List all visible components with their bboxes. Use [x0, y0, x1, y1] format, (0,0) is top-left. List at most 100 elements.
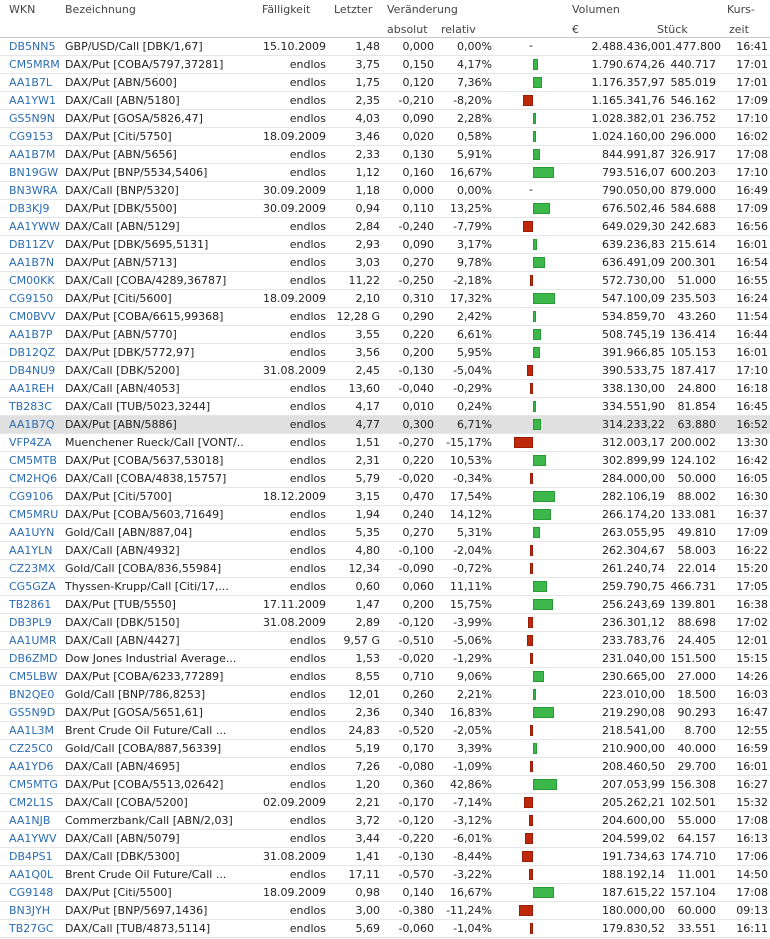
wkn-link[interactable]: AA1Q0L [9, 869, 61, 881]
wkn-link[interactable]: BN2QE0 [9, 689, 61, 701]
wkn-link[interactable]: CM5MRM [9, 59, 61, 71]
wkn-link[interactable]: DB4NU9 [9, 365, 61, 377]
table-row[interactable]: CM2HQ6 DAX/Call [COBA/4838,15757] endlos 5,… [0, 470, 770, 488]
wkn-link[interactable]: TB2861 [9, 599, 61, 611]
col-header-faelligkeit[interactable]: Fälligkeit [262, 3, 310, 16]
table-row[interactable]: TB283C DAX/Call [TUB/5023,3244] endlos 4,17… [0, 398, 770, 416]
table-row[interactable]: AA1YW1 DAX/Call [ABN/5180] endlos 2,35 -0,21… [0, 92, 770, 110]
table-row[interactable]: BN19GW DAX/Put [BNP/5534,5406] endlos 1,12 0… [0, 164, 770, 182]
wkn-link[interactable]: AA1B7P [9, 329, 61, 341]
table-row[interactable]: CG5GZA Thyssen-Krupp/Call [Citi/17,... end… [0, 578, 770, 596]
col-header-stueck[interactable]: Stück [657, 23, 688, 36]
wkn-link[interactable]: CZ25C0 [9, 743, 61, 755]
wkn-link[interactable]: AA1B7N [9, 257, 61, 269]
wkn-link[interactable]: DB11ZV [9, 239, 61, 251]
table-row[interactable]: CG9150 DAX/Put [Citi/5600] 18.09.2009 2,10 0… [0, 290, 770, 308]
wkn-link[interactable]: TB27GC [9, 923, 61, 935]
table-row[interactable]: AA1UYN Gold/Call [ABN/887,04] endlos 5,35 0,… [0, 524, 770, 542]
wkn-link[interactable]: CM2L1S [9, 797, 61, 809]
wkn-link[interactable]: DB4PS1 [9, 851, 61, 863]
wkn-link[interactable]: AA1YWW [9, 221, 61, 233]
wkn-link[interactable]: CM5MTB [9, 455, 61, 467]
table-row[interactable]: CM5MTB DAX/Put [COBA/5637,53018] endlos 2,3… [0, 452, 770, 470]
table-row[interactable]: TB27GC DAX/Call [TUB/4873,5114] endlos 5,69… [0, 920, 770, 938]
table-row[interactable]: AA1B7Q DAX/Put [ABN/5886] endlos 4,77 0,300 6… [0, 416, 770, 434]
wkn-link[interactable]: AA1UMR [9, 635, 61, 647]
wkn-link[interactable]: CM00KK [9, 275, 61, 287]
wkn-link[interactable]: BN3WRA [9, 185, 61, 197]
table-row[interactable]: BN3WRA DAX/Call [BNP/5320] 30.09.2009 1,18 0… [0, 182, 770, 200]
table-row[interactable]: DB3KJ9 DAX/Put [DBK/5500] 30.09.2009 0,94 0,… [0, 200, 770, 218]
table-row[interactable]: DB12QZ DAX/Put [DBK/5772,97] endlos 3,56 0,2… [0, 344, 770, 362]
table-row[interactable]: CM5MRU DAX/Put [COBA/5603,71649] endlos 1,9… [0, 506, 770, 524]
table-row[interactable]: AA1REH DAX/Call [ABN/4053] endlos 13,60 -0,0… [0, 380, 770, 398]
wkn-link[interactable]: BN19GW [9, 167, 61, 179]
wkn-link[interactable]: CG5GZA [9, 581, 61, 593]
table-row[interactable]: TB2861 DAX/Put [TUB/5550] 17.11.2009 1,47 0,… [0, 596, 770, 614]
wkn-link[interactable]: AA1REH [9, 383, 61, 395]
table-row[interactable]: CZ25C0 Gold/Call [COBA/887,56339] endlos 5,… [0, 740, 770, 758]
wkn-link[interactable]: AA1NJB [9, 815, 61, 827]
table-row[interactable]: CZ23MX Gold/Call [COBA/836,55984] endlos 12… [0, 560, 770, 578]
wkn-link[interactable]: AA1B7Q [9, 419, 61, 431]
table-row[interactable]: AA1NJB Commerzbank/Call [ABN/2,03] endlos 3… [0, 812, 770, 830]
table-row[interactable]: AA1B7M DAX/Put [ABN/5656] endlos 2,33 0,130 5… [0, 146, 770, 164]
table-row[interactable]: DB6ZMD Dow Jones Industrial Average... end… [0, 650, 770, 668]
table-row[interactable]: DB11ZV DAX/Put [DBK/5695,5131] endlos 2,93 0… [0, 236, 770, 254]
col-header-veraenderung[interactable]: Veränderung [387, 3, 458, 16]
wkn-link[interactable]: AA1L3M [9, 725, 61, 737]
table-row[interactable]: CM0BVV DAX/Put [COBA/6615,99368] endlos 12,… [0, 308, 770, 326]
table-row[interactable]: DB3PL9 DAX/Call [DBK/5150] 31.08.2009 2,89 -… [0, 614, 770, 632]
table-row[interactable]: CG9106 DAX/Put [Citi/5700] 18.12.2009 3,15 0… [0, 488, 770, 506]
wkn-link[interactable]: AA1B7M [9, 149, 61, 161]
wkn-link[interactable]: CG9153 [9, 131, 61, 143]
wkn-link[interactable]: CM0BVV [9, 311, 61, 323]
wkn-link[interactable]: GS5N9D [9, 707, 61, 719]
col-header-relativ[interactable]: relativ [441, 23, 476, 36]
wkn-link[interactable]: CM5MTG [9, 779, 61, 791]
col-header-bezeichnung[interactable]: Bezeichnung [65, 3, 136, 16]
wkn-link[interactable]: DB3KJ9 [9, 203, 61, 215]
table-row[interactable]: GS5N9D DAX/Put [GOSA/5651,61] endlos 2,36 0,… [0, 704, 770, 722]
table-row[interactable]: AA1YD6 DAX/Call [ABN/4695] endlos 7,26 -0,08… [0, 758, 770, 776]
wkn-link[interactable]: VFP4ZA [9, 437, 61, 449]
wkn-link[interactable]: DB6ZMD [9, 653, 61, 665]
table-row[interactable]: AA1L3M Brent Crude Oil Future/Call ... end… [0, 722, 770, 740]
wkn-link[interactable]: DB12QZ [9, 347, 61, 359]
wkn-link[interactable]: CG9106 [9, 491, 61, 503]
table-row[interactable]: AA1Q0L Brent Crude Oil Future/Call ... end… [0, 866, 770, 884]
col-header-volumen[interactable]: Volumen [572, 3, 620, 16]
table-row[interactable]: CG9148 DAX/Put [Citi/5500] 18.09.2009 0,98 0… [0, 884, 770, 902]
wkn-link[interactable]: CG9148 [9, 887, 61, 899]
table-row[interactable]: AA1YWW DAX/Call [ABN/5129] endlos 2,84 -0,24… [0, 218, 770, 236]
wkn-link[interactable]: AA1B7L [9, 77, 61, 89]
table-row[interactable]: BN3JYH DAX/Put [BNP/5697,1436] endlos 3,00 -… [0, 902, 770, 920]
wkn-link[interactable]: CM5LBW [9, 671, 61, 683]
table-row[interactable]: CG9153 DAX/Put [Citi/5750] 18.09.2009 3,46 0… [0, 128, 770, 146]
wkn-link[interactable]: AA1YLN [9, 545, 61, 557]
table-row[interactable]: CM2L1S DAX/Call [COBA/5200] 02.09.2009 2,21… [0, 794, 770, 812]
table-row[interactable]: AA1B7P DAX/Put [ABN/5770] endlos 3,55 0,220 6… [0, 326, 770, 344]
table-row[interactable]: BN2QE0 Gold/Call [BNP/786,8253] endlos 12,0… [0, 686, 770, 704]
table-row[interactable]: AA1UMR DAX/Call [ABN/4427] endlos 9,57 G -0,… [0, 632, 770, 650]
wkn-link[interactable]: DB3PL9 [9, 617, 61, 629]
wkn-link[interactable]: DB5NN5 [9, 41, 61, 53]
wkn-link[interactable]: CZ23MX [9, 563, 61, 575]
table-row[interactable]: CM5LBW DAX/Put [COBA/6233,77289] endlos 8,5… [0, 668, 770, 686]
col-header-euro[interactable]: € [572, 23, 579, 36]
wkn-link[interactable]: AA1UYN [9, 527, 61, 539]
wkn-link[interactable]: CG9150 [9, 293, 61, 305]
table-row[interactable]: CM5MRM DAX/Put [COBA/5797,37281] endlos 3,7… [0, 56, 770, 74]
table-row[interactable]: VFP4ZA Muenchener Rueck/Call [VONT/... end… [0, 434, 770, 452]
table-row[interactable]: GS5N9N DAX/Put [GOSA/5826,47] endlos 4,03 0,… [0, 110, 770, 128]
table-row[interactable]: AA1YWV DAX/Call [ABN/5079] endlos 3,44 -0,22… [0, 830, 770, 848]
wkn-link[interactable]: CM5MRU [9, 509, 61, 521]
table-row[interactable]: CM5MTG DAX/Put [COBA/5513,02642] endlos 1,2… [0, 776, 770, 794]
wkn-link[interactable]: AA1YD6 [9, 761, 61, 773]
wkn-link[interactable]: AA1YW1 [9, 95, 61, 107]
wkn-link[interactable]: BN3JYH [9, 905, 61, 917]
wkn-link[interactable]: GS5N9N [9, 113, 61, 125]
table-row[interactable]: DB4NU9 DAX/Call [DBK/5200] 31.08.2009 2,45 -… [0, 362, 770, 380]
table-row[interactable]: AA1YLN DAX/Call [ABN/4932] endlos 4,80 -0,10… [0, 542, 770, 560]
table-row[interactable]: DB5NN5 GBP/USD/Call [DBK/1,67] 15.10.2009 1… [0, 38, 770, 56]
